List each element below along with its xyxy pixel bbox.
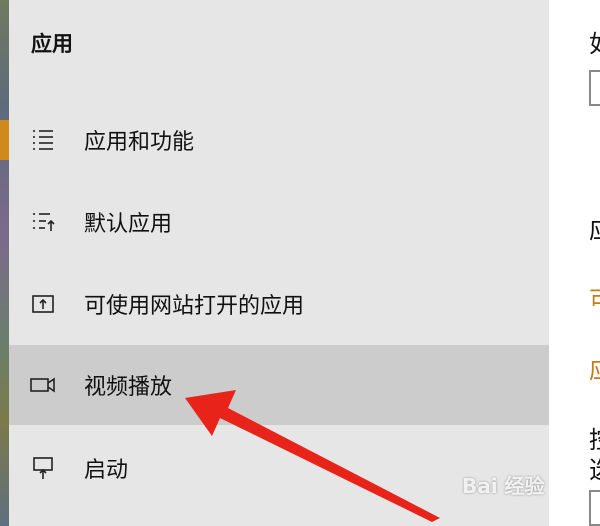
apps-for-websites-icon xyxy=(29,290,57,318)
sidebar-item-video-playback[interactable]: 视频播放 xyxy=(9,345,549,425)
content-control-fragment[interactable] xyxy=(589,70,600,106)
sidebar-title: 应用 xyxy=(31,32,73,56)
content-link-fragment[interactable]: 应 xyxy=(589,350,600,385)
default-apps-icon xyxy=(29,208,57,236)
content-text-fragment: 如 xyxy=(589,24,600,59)
content-text-fragment: 选 xyxy=(589,450,600,485)
content-heading-fragment: 应 xyxy=(589,210,600,245)
apps-features-icon xyxy=(29,126,57,154)
active-page-indicator xyxy=(0,120,9,160)
sidebar-item-apps-features[interactable]: 应用和功能 xyxy=(0,100,549,180)
sidebar-item-label: 视频播放 xyxy=(84,375,173,400)
startup-icon xyxy=(29,454,57,482)
content-control-fragment[interactable] xyxy=(589,490,600,526)
content-link-fragment[interactable]: 可 xyxy=(589,280,600,315)
desktop-background-strip xyxy=(0,0,9,526)
sidebar: 应用 应用和功能 默认应用 可使用网站打开的应用 视频播放 启动 xyxy=(0,0,549,526)
sidebar-item-label: 可使用网站打开的应用 xyxy=(84,294,305,319)
settings-window: 应用 应用和功能 默认应用 可使用网站打开的应用 视频播放 启动 Bai 经验 xyxy=(0,0,600,526)
sidebar-item-label: 应用和功能 xyxy=(84,130,195,155)
sidebar-item-apps-for-websites[interactable]: 可使用网站打开的应用 xyxy=(9,264,549,344)
baidu-watermark: Bai 经验 xyxy=(462,474,545,498)
sidebar-item-default-apps[interactable]: 默认应用 xyxy=(9,182,549,262)
sidebar-item-label: 默认应用 xyxy=(84,212,173,237)
video-playback-icon xyxy=(29,371,57,399)
sidebar-item-label: 启动 xyxy=(84,458,129,483)
content-pane: 如 应 可 应 控 选 xyxy=(549,0,600,526)
